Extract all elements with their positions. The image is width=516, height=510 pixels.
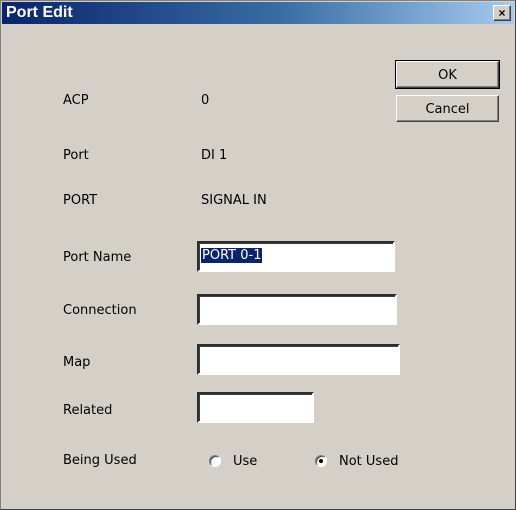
map-label: Map (63, 355, 91, 370)
close-icon: × (498, 6, 506, 20)
port-name-input[interactable]: PORT 0-1 (197, 241, 395, 272)
port-edit-dialog: Port Edit × OK Cancel ACP 0 Port DI 1 PO… (0, 0, 516, 510)
related-input[interactable] (197, 392, 314, 423)
map-input[interactable] (197, 344, 400, 375)
being-used-label: Being Used (63, 453, 137, 468)
radio-selected-dot (319, 459, 323, 463)
related-label: Related (63, 403, 113, 418)
port-label: Port (63, 148, 89, 163)
port-name-value: PORT 0-1 (201, 248, 263, 263)
use-radio-label[interactable]: Use (233, 454, 257, 469)
ok-button[interactable]: OK (395, 60, 500, 89)
not-used-radio-label[interactable]: Not Used (339, 454, 398, 469)
cancel-button[interactable]: Cancel (396, 95, 499, 122)
connection-label: Connection (63, 303, 137, 318)
port-type-value: SIGNAL IN (201, 193, 267, 208)
port-name-label: Port Name (63, 250, 132, 265)
close-button[interactable]: × (493, 5, 511, 21)
dialog-title: Port Edit (6, 4, 73, 21)
not-used-radio[interactable] (315, 455, 327, 467)
title-bar[interactable]: Port Edit × (2, 2, 514, 24)
acp-value: 0 (201, 93, 210, 108)
connection-input[interactable] (197, 294, 397, 325)
use-radio[interactable] (209, 455, 221, 467)
port-value: DI 1 (201, 148, 228, 163)
port-type-label: PORT (63, 193, 98, 208)
acp-label: ACP (63, 93, 89, 108)
